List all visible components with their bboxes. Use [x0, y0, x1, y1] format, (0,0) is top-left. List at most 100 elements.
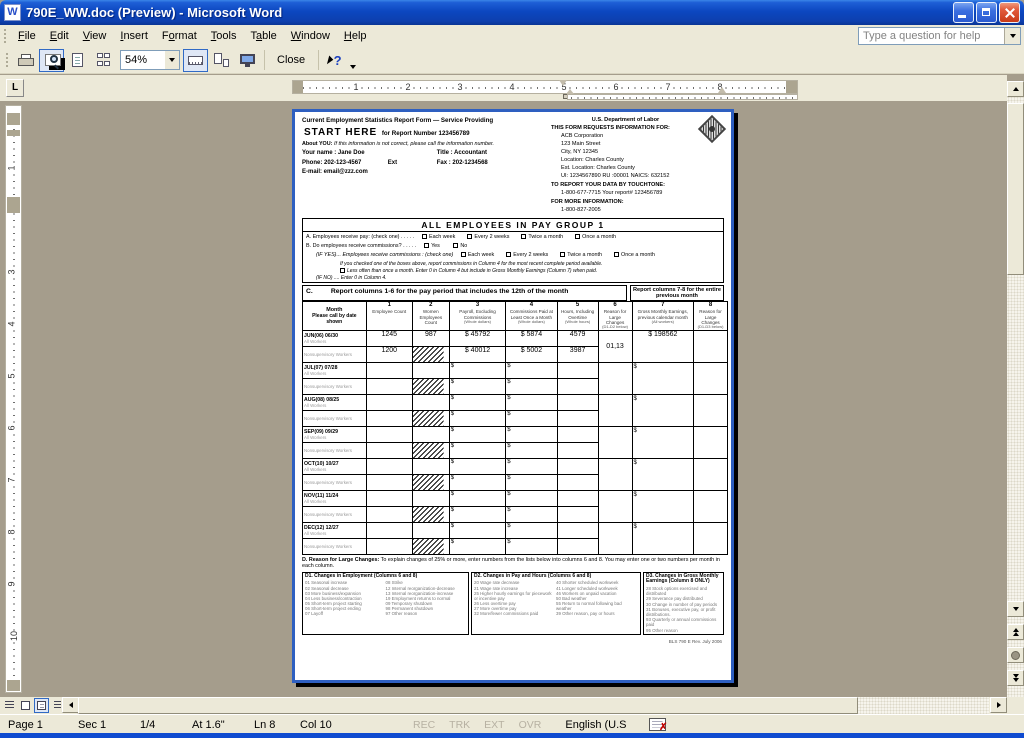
- close-window-button[interactable]: [999, 2, 1020, 23]
- full-screen-button[interactable]: [235, 49, 260, 72]
- vertical-ruler[interactable]: 1345678910: [5, 105, 22, 693]
- menu-grip[interactable]: [3, 28, 8, 44]
- scroll-right-button[interactable]: [990, 697, 1007, 713]
- spelling-grammar-status-icon[interactable]: [649, 718, 666, 731]
- minimize-button[interactable]: [953, 2, 974, 23]
- normal-view-button[interactable]: [2, 698, 17, 713]
- menu-item-edit[interactable]: Edit: [43, 27, 76, 45]
- print-layout-view-button[interactable]: [34, 698, 49, 713]
- vertical-scrollbar-thumb[interactable]: [1007, 103, 1024, 275]
- section-a-label: A. Employees receive pay: (check one) . …: [306, 234, 414, 240]
- gross-earnings-cell: $: [632, 362, 694, 394]
- month-cell: OCT(10) 10/27All Workers: [303, 458, 367, 474]
- previous-page-button[interactable]: [1007, 624, 1024, 640]
- reason-code-item: 25 Higher hourly earnings for piecework …: [474, 591, 556, 601]
- status-line[interactable]: Ln 8: [254, 719, 300, 731]
- print-button[interactable]: [13, 49, 38, 72]
- reason8-cell: [694, 330, 728, 362]
- reason-code-item: 93 Quarterly or annual commissions paid: [646, 617, 721, 627]
- data-cell: [557, 378, 598, 394]
- language-indicator[interactable]: English (U.S: [565, 719, 626, 731]
- vertical-ruler-number: 3: [7, 269, 17, 274]
- status-column[interactable]: Col 10: [300, 719, 358, 731]
- dol-block: U.S. Department of Labor THIS FORM REQUE…: [551, 117, 724, 215]
- data-cell: [366, 458, 412, 474]
- vertical-ruler-number: 10: [9, 631, 19, 641]
- horizontal-ruler[interactable]: 12345678: [292, 80, 798, 94]
- data-cell: [366, 442, 412, 458]
- right-indent-marker[interactable]: [718, 87, 726, 93]
- toolbar-options-arrow[interactable]: [348, 49, 357, 72]
- web-layout-view-button[interactable]: [18, 698, 33, 713]
- status-position[interactable]: At 1.6": [192, 719, 254, 731]
- restore-button[interactable]: [976, 2, 997, 23]
- first-line-indent-marker[interactable]: [559, 80, 567, 86]
- vertical-ruler-number: 9: [7, 581, 17, 586]
- help-question-box[interactable]: Type a question for help: [858, 27, 1021, 45]
- vertical-scrollbar[interactable]: [1007, 81, 1024, 697]
- reason-code-item: 31 Bonuses, executive pay, or profit dis…: [646, 607, 721, 617]
- one-page-button[interactable]: [65, 49, 90, 72]
- menu-item-help[interactable]: Help: [337, 27, 374, 45]
- scroll-down-button[interactable]: [1007, 601, 1024, 617]
- print-preview-toolbar: 54% Close ?: [0, 47, 1024, 74]
- mode-ext[interactable]: EXT: [484, 719, 504, 731]
- full-screen-icon: [240, 54, 255, 67]
- tab-stop-selector[interactable]: L: [6, 79, 24, 97]
- scroll-up-button[interactable]: [1007, 81, 1024, 97]
- month-cell: NOV(11) 11/24All Workers: [303, 490, 367, 506]
- hatched-cell: [412, 442, 449, 458]
- help-question-dropdown[interactable]: [1004, 28, 1020, 44]
- menu-item-format[interactable]: Format: [155, 27, 204, 45]
- multiple-pages-button[interactable]: [91, 49, 116, 72]
- browse-object-circle-icon: [1011, 651, 1020, 660]
- magnifier-button[interactable]: [39, 49, 64, 72]
- status-page[interactable]: Page 1: [0, 719, 78, 731]
- pay-frequency-option: Twice a month: [515, 234, 563, 240]
- help-question-placeholder: Type a question for help: [859, 30, 1004, 42]
- close-preview-button[interactable]: Close: [268, 49, 314, 72]
- context-help-button[interactable]: ?: [322, 49, 347, 72]
- menu-item-insert[interactable]: Insert: [113, 27, 155, 45]
- mode-ovr[interactable]: OVR: [519, 719, 542, 731]
- shrink-to-fit-button[interactable]: [209, 49, 234, 72]
- start-here-label: START HERE: [304, 127, 377, 138]
- data-cell: [412, 522, 449, 538]
- horizontal-scrollbar-thumb[interactable]: [78, 697, 858, 714]
- menu-item-file[interactable]: File: [11, 27, 43, 45]
- horizontal-ruler-number: 1: [352, 82, 359, 93]
- mode-rec[interactable]: REC: [413, 719, 435, 731]
- reason-cell: [598, 490, 632, 522]
- form-header: Current Employment Statistics Report For…: [302, 117, 724, 215]
- month-cell-nonsupervisory: Nonsupervisory Workers: [303, 538, 367, 554]
- view-ruler-button[interactable]: [183, 49, 208, 72]
- dol-address1: 123 Main Street: [551, 141, 700, 148]
- data-cell: $: [449, 538, 505, 554]
- menu-item-window[interactable]: Window: [284, 27, 337, 45]
- reason8-cell: [694, 458, 728, 490]
- next-page-button[interactable]: [1007, 670, 1024, 686]
- window-bottom-border: [0, 733, 1024, 738]
- zoom-dropdown-arrow[interactable]: [165, 51, 179, 69]
- toolbar-grip[interactable]: [5, 52, 10, 68]
- zoom-combobox[interactable]: 54%: [120, 50, 180, 70]
- hatched-cell: [412, 410, 449, 426]
- title-bar[interactable]: W 790E_WW.doc (Preview) - Microsoft Word: [0, 0, 1024, 25]
- mode-trk[interactable]: TRK: [449, 719, 470, 731]
- status-page-count[interactable]: 1/4: [140, 719, 192, 731]
- hatched-cell: [412, 346, 449, 362]
- menu-item-table[interactable]: Table: [243, 27, 283, 45]
- data-cell: $: [506, 522, 557, 538]
- column-header-2: 2Women Employees Count: [412, 302, 449, 330]
- word-application-window: W 790E_WW.doc (Preview) - Microsoft Word…: [0, 0, 1024, 738]
- section-d-text: D. Reason for Large Changes: To explain …: [302, 557, 724, 570]
- data-cell: 1245: [366, 330, 412, 346]
- menu-item-tools[interactable]: Tools: [204, 27, 244, 45]
- select-browse-object-button[interactable]: [1007, 647, 1024, 663]
- menu-item-view[interactable]: View: [76, 27, 114, 45]
- data-cell: $ 5002: [506, 346, 557, 362]
- scroll-left-button[interactable]: [62, 697, 79, 713]
- yes-checkbox: [424, 243, 429, 248]
- status-section[interactable]: Sec 1: [78, 719, 140, 731]
- document-page[interactable]: Current Employment Statistics Report For…: [292, 109, 734, 683]
